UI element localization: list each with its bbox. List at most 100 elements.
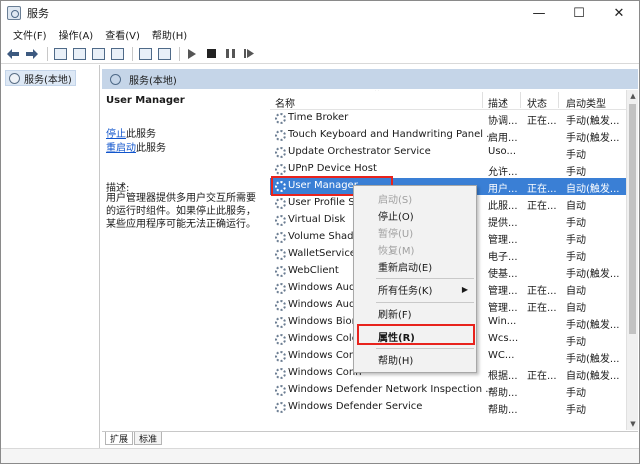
maximize-button[interactable]: ☐	[559, 1, 599, 25]
service-startup: 手动	[566, 252, 586, 263]
service-name: Windows Defender Service	[288, 401, 423, 412]
title-bar: 服务 — ☐ ✕	[1, 1, 639, 25]
ctx-separator	[376, 302, 474, 303]
ctx-pause[interactable]: 暂停(U)	[354, 224, 476, 241]
service-row[interactable]: Update Orchestrator Service Uso... 手动	[270, 144, 626, 161]
column-description[interactable]: 描述	[488, 95, 508, 110]
tab-extended[interactable]: 扩展	[105, 432, 134, 445]
properties-icon[interactable]	[156, 46, 172, 62]
submenu-arrow-icon: ▶	[461, 285, 468, 294]
service-desc: 提供...	[488, 218, 518, 229]
column-divider[interactable]	[558, 92, 559, 108]
service-name: Volume Shado	[288, 231, 360, 242]
service-startup: 手动	[566, 218, 586, 229]
column-status[interactable]: 状态	[527, 95, 547, 110]
services-app-icon	[7, 6, 21, 20]
pause-icon[interactable]	[222, 46, 238, 62]
menu-help[interactable]: 帮助(H)	[146, 27, 193, 42]
service-row[interactable]: Touch Keyboard and Handwriting Panel ...…	[270, 127, 626, 144]
service-row[interactable]: Windows Defender Network Inspection ... …	[270, 382, 626, 399]
service-row[interactable]: Windows Defender Service 帮助... 手动	[270, 399, 626, 416]
service-status: 正在...	[527, 371, 557, 382]
gear-icon	[275, 130, 286, 141]
window-title: 服务	[27, 7, 49, 20]
gear-icon	[275, 317, 286, 328]
service-startup: 手动(触发...	[566, 320, 620, 331]
service-name: User Profile S	[288, 197, 355, 208]
service-name: Windows Conn	[288, 350, 362, 361]
list-view-icon[interactable]	[71, 46, 87, 62]
service-name: UPnP Device Host	[288, 163, 377, 174]
console-tree: 服务(本地)	[1, 65, 100, 463]
stop-icon[interactable]	[203, 46, 219, 62]
service-name: Touch Keyboard and Handwriting Panel ...	[288, 129, 496, 140]
service-status: 正在...	[527, 201, 557, 212]
column-divider[interactable]	[520, 92, 521, 108]
service-desc: 协调...	[488, 116, 518, 127]
ctx-stop[interactable]: 停止(O)	[354, 207, 476, 224]
help-icon[interactable]	[137, 46, 153, 62]
restart-icon[interactable]	[241, 46, 257, 62]
ctx-resume[interactable]: 恢复(M)	[354, 241, 476, 258]
ctx-separator	[376, 278, 474, 279]
service-status: 正在...	[527, 303, 557, 314]
column-startup-type[interactable]: 启动类型	[566, 95, 606, 110]
gear-icon	[275, 266, 286, 277]
ctx-start[interactable]: 启动(S)	[354, 190, 476, 207]
ctx-help[interactable]: 帮助(H)	[354, 351, 476, 368]
tab-standard[interactable]: 标准	[134, 432, 163, 445]
ctx-restart[interactable]: 重新启动(E)	[354, 258, 476, 275]
service-name: Windows Colo	[288, 333, 358, 344]
menu-file[interactable]: 文件(F)	[7, 27, 53, 42]
scroll-up-icon[interactable]: ▲	[627, 90, 638, 102]
console-tree-icon[interactable]	[52, 46, 68, 62]
service-desc: 管理...	[488, 303, 518, 314]
service-desc: 允许...	[488, 167, 518, 178]
back-arrow-icon[interactable]	[5, 46, 21, 62]
tree-item-services-local[interactable]: 服务(本地)	[5, 70, 76, 86]
tree-item-label: 服务(本地)	[24, 74, 72, 86]
column-name[interactable]: 名称	[275, 95, 295, 110]
gear-icon	[275, 283, 286, 294]
services-window: 服务 — ☐ ✕ 文件(F) 操作(A) 查看(V) 帮助(H) 服务(本地) …	[0, 0, 640, 464]
ctx-all-tasks-label: 所有任务(K)	[378, 286, 433, 297]
gear-icon	[275, 215, 286, 226]
minimize-button[interactable]: —	[519, 1, 559, 25]
menu-action[interactable]: 操作(A)	[53, 27, 100, 42]
close-button[interactable]: ✕	[599, 1, 639, 25]
gear-icon	[275, 198, 286, 209]
export-list-icon[interactable]	[109, 46, 125, 62]
service-status: 正在...	[527, 286, 557, 297]
menu-view[interactable]: 查看(V)	[99, 27, 146, 42]
ctx-refresh[interactable]: 刷新(F)	[354, 305, 476, 322]
list-header: ⌃ 名称 描述 状态 启动类型	[270, 90, 626, 110]
service-startup: 手动	[566, 405, 586, 416]
ctx-all-tasks[interactable]: 所有任务(K) ▶	[354, 281, 476, 298]
forward-arrow-icon[interactable]	[24, 46, 40, 62]
gear-icon	[275, 351, 286, 362]
play-icon[interactable]	[184, 46, 200, 62]
service-startup: 手动	[566, 167, 586, 178]
service-startup: 手动	[566, 235, 586, 246]
refresh-icon[interactable]	[90, 46, 106, 62]
gear-icon	[275, 300, 286, 311]
restart-service-suffix: 此服务	[136, 143, 166, 154]
view-tabs: 扩展 标准	[102, 431, 638, 445]
toolbar-separator	[179, 46, 180, 61]
gear-icon	[275, 368, 286, 379]
service-name: Virtual Disk	[288, 214, 346, 225]
restart-service-link[interactable]: 重启动	[106, 143, 136, 154]
service-name: Windows Defender Network Inspection ...	[288, 384, 495, 395]
main-pane-header: 服务(本地)	[102, 69, 638, 89]
scroll-thumb[interactable]	[629, 104, 636, 334]
scroll-down-icon[interactable]: ▼	[627, 418, 638, 430]
service-desc: 管理...	[488, 286, 518, 297]
window-controls: — ☐ ✕	[519, 1, 639, 25]
vertical-scrollbar[interactable]: ▲ ▼	[626, 90, 638, 430]
service-row[interactable]: Time Broker 协调... 正在... 手动(触发...	[270, 110, 626, 127]
service-startup: 自动	[566, 286, 586, 297]
stop-service-line: 停止此服务	[106, 125, 156, 140]
column-divider[interactable]	[482, 92, 483, 108]
service-desc: 帮助...	[488, 388, 518, 399]
service-name: WebClient	[288, 265, 339, 276]
